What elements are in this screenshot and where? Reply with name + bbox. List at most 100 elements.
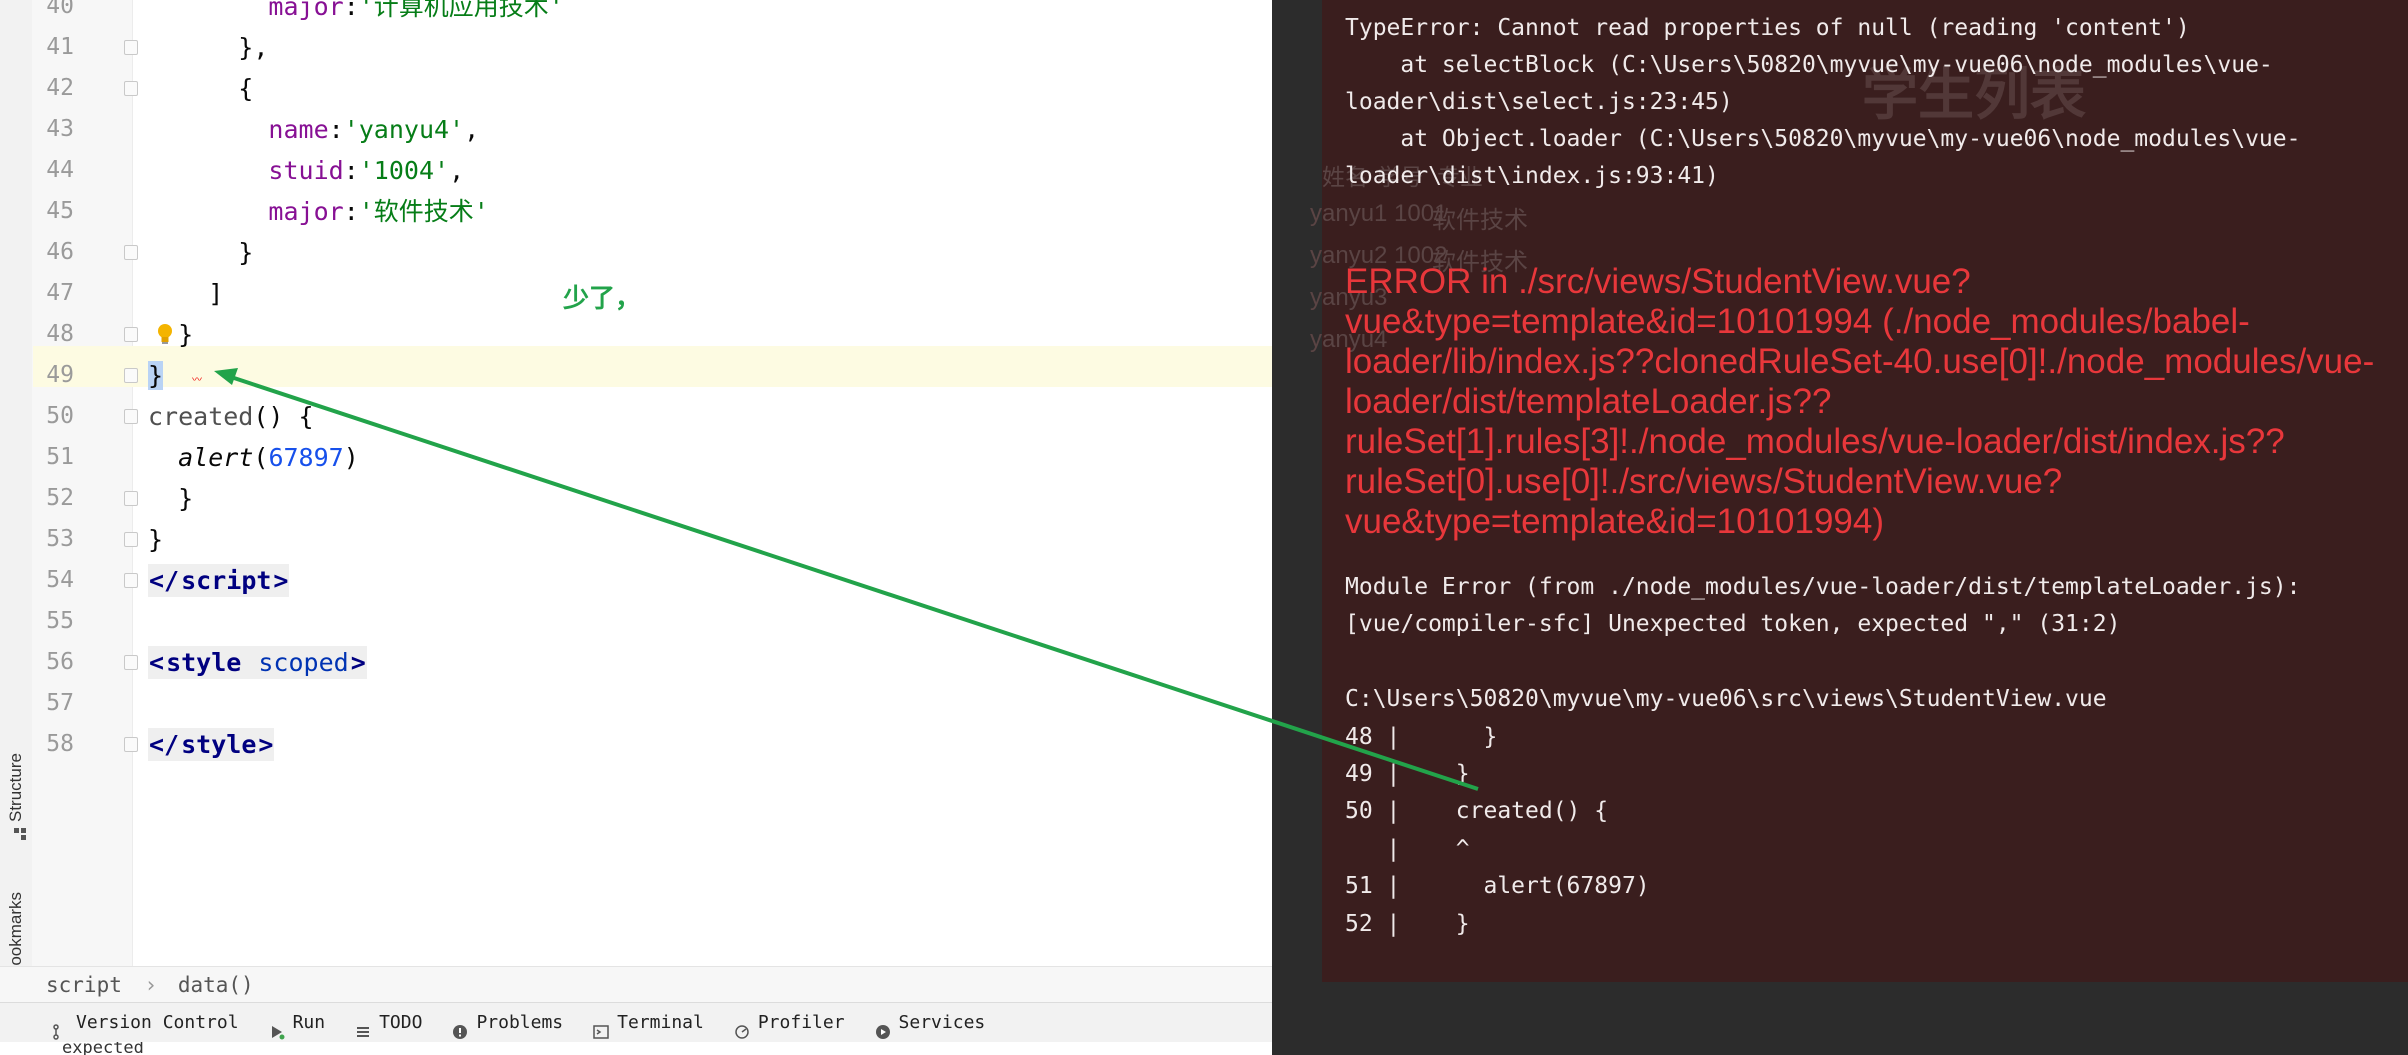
code-token: stuid bbox=[268, 156, 344, 185]
line-number: 52 bbox=[46, 485, 74, 511]
code-token: alert bbox=[178, 443, 254, 472]
code-text: ] bbox=[148, 273, 223, 314]
code-line[interactable]: 50 created() { bbox=[0, 396, 1272, 437]
code-token: { bbox=[148, 74, 254, 103]
code-token: } bbox=[148, 484, 194, 513]
code-line[interactable]: 55 bbox=[0, 601, 1272, 642]
fold-marker-icon[interactable] bbox=[124, 409, 138, 424]
code-line[interactable]: 46 } bbox=[0, 232, 1272, 273]
code-text: major:'计算机应用技术' bbox=[148, 0, 564, 27]
run-icon bbox=[269, 1015, 285, 1039]
fold-marker-icon[interactable] bbox=[124, 81, 138, 96]
code-text: </script> bbox=[148, 560, 290, 601]
code-token: , bbox=[464, 115, 480, 144]
code-line[interactable]: 54 </script> bbox=[0, 560, 1272, 601]
line-number: 53 bbox=[46, 526, 74, 552]
code-line[interactable]: 43 name:'yanyu4', bbox=[0, 109, 1272, 150]
error-heading-line: ERROR in ./src/views/StudentView.vue? bbox=[1345, 262, 1971, 301]
toolbar-label: TODO bbox=[379, 1011, 423, 1033]
code-line[interactable]: 40 major:'计算机应用技术' bbox=[0, 0, 1272, 27]
code-token: major bbox=[268, 197, 344, 226]
bg-row: yanyu1 1001 bbox=[1310, 200, 1448, 227]
fold-marker-icon[interactable] bbox=[124, 655, 138, 670]
chevron-right-icon: › bbox=[144, 973, 158, 997]
error-heading-line: ruleSet[1].rules[3]!./node_modules/vue-l… bbox=[1345, 422, 2285, 461]
code-token: </ bbox=[148, 728, 181, 761]
line-number: 57 bbox=[46, 690, 74, 716]
code-token: : bbox=[328, 115, 344, 144]
code-line[interactable]: 42 { bbox=[0, 68, 1272, 109]
line-number: 58 bbox=[46, 731, 74, 757]
fold-marker-icon[interactable] bbox=[124, 327, 138, 342]
line-number: 42 bbox=[46, 75, 74, 101]
code-token: () { bbox=[253, 402, 314, 431]
code-text: } bbox=[148, 232, 253, 273]
code-line[interactable]: 57 bbox=[0, 683, 1272, 724]
toolbar-services[interactable]: Services bbox=[875, 1003, 986, 1043]
code-line[interactable]: 44 stuid:'1004', bbox=[0, 150, 1272, 191]
error-underline: 〰 bbox=[192, 375, 202, 386]
toolbar-problems[interactable]: Problems bbox=[452, 1003, 563, 1043]
error-detail-line: Module Error (from ./node_modules/vue-lo… bbox=[1345, 574, 2301, 600]
code-line[interactable]: 41 }, bbox=[0, 27, 1272, 68]
breadcrumb-item-script[interactable]: script bbox=[46, 973, 122, 997]
fold-marker-icon[interactable] bbox=[124, 737, 138, 752]
lightbulb-icon[interactable] bbox=[156, 323, 174, 345]
line-number: 50 bbox=[46, 403, 74, 429]
toolbar-version-control[interactable]: Version Control bbox=[52, 1003, 239, 1043]
code-text: name:'yanyu4', bbox=[148, 109, 479, 150]
toolbar-terminal[interactable]: Terminal bbox=[593, 1003, 704, 1043]
problems-icon bbox=[452, 1015, 468, 1039]
code-token: < bbox=[148, 646, 166, 679]
code-token: } bbox=[148, 238, 254, 267]
fold-marker-icon[interactable] bbox=[124, 368, 138, 383]
line-number: 46 bbox=[46, 239, 74, 265]
code-text: major:'软件技术' bbox=[148, 191, 488, 232]
fold-marker-icon[interactable] bbox=[124, 40, 138, 55]
code-text: created() { bbox=[148, 396, 314, 437]
toolbar-todo[interactable]: TODO bbox=[355, 1003, 422, 1043]
breadcrumb-item-data[interactable]: data() bbox=[178, 973, 254, 997]
code-line[interactable]: 49} bbox=[0, 355, 1272, 396]
code-text: stuid:'1004', bbox=[148, 150, 464, 191]
code-text: }, bbox=[148, 27, 268, 68]
code-token: '计算机应用技术' bbox=[358, 0, 564, 21]
toolbar-label: Services bbox=[898, 1011, 986, 1033]
stacktrace-line: loader\dist\index.js:93:41) bbox=[1345, 163, 1719, 189]
line-number: 44 bbox=[46, 157, 74, 183]
line-number: 40 bbox=[46, 0, 74, 19]
code-line[interactable]: 45 major:'软件技术' bbox=[0, 191, 1272, 232]
code-token: : bbox=[343, 197, 359, 226]
code-line[interactable]: 52 } bbox=[0, 478, 1272, 519]
tool-window-bar: Version Control Run TODO Problems Terminal Pr… bbox=[0, 1002, 1272, 1042]
fold-marker-icon[interactable] bbox=[124, 245, 138, 260]
error-detail-line: C:\Users\50820\myvue\my-vue06\src\views\… bbox=[1345, 686, 2107, 713]
fold-marker-icon[interactable] bbox=[124, 532, 138, 547]
ide-editor: Structure Bookmarks 40 major:'计算机应用技术' 41… bbox=[0, 0, 1272, 1055]
code-text: { bbox=[148, 68, 253, 109]
toolbar-run[interactable]: Run bbox=[269, 1003, 326, 1043]
code-line[interactable]: 51 alert(67897) bbox=[0, 437, 1272, 478]
toolbar-profiler[interactable]: Profiler bbox=[734, 1003, 845, 1043]
code-text: } bbox=[148, 478, 193, 519]
line-number: 55 bbox=[46, 608, 74, 634]
error-detail-line: [vue/compiler-sfc] Unexpected token, exp… bbox=[1345, 611, 2121, 638]
error-detail-line: 49 | } bbox=[1345, 761, 1470, 787]
fold-marker-icon[interactable] bbox=[124, 491, 138, 506]
toolbar-label: Run bbox=[292, 1011, 326, 1033]
error-detail-line: | ^ bbox=[1345, 835, 1470, 862]
code-text: } bbox=[148, 355, 164, 396]
structure-icon bbox=[10, 828, 26, 840]
fold-marker-icon[interactable] bbox=[124, 573, 138, 588]
code-token: 67897 bbox=[268, 443, 344, 472]
code-token: ] bbox=[148, 279, 224, 308]
bookmarks-tab-label: Bookmarks bbox=[6, 891, 25, 977]
line-number: 51 bbox=[46, 444, 74, 470]
code-line[interactable]: 53} bbox=[0, 519, 1272, 560]
code-token: </ bbox=[148, 564, 181, 597]
code-line[interactable]: 48 } bbox=[0, 314, 1272, 355]
code-line[interactable]: 56 <style scoped> bbox=[0, 642, 1272, 683]
code-line[interactable]: 58 </style> bbox=[0, 724, 1272, 765]
